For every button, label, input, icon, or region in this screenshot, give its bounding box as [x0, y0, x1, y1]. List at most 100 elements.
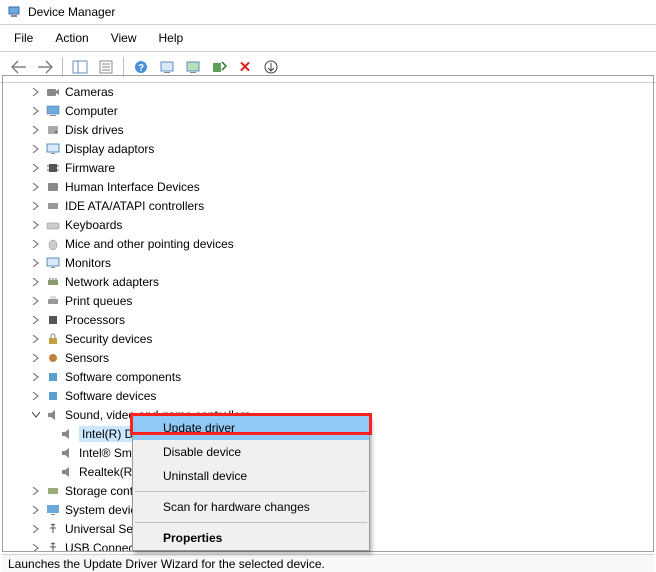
- sensor-icon: [45, 350, 61, 366]
- usb-icon: [45, 540, 61, 553]
- network-icon: [45, 274, 61, 290]
- chevron-right-icon[interactable]: [29, 332, 43, 346]
- tree-item-security[interactable]: Security devices: [7, 329, 649, 348]
- chevron-right-icon[interactable]: [29, 294, 43, 308]
- tree-item-mice[interactable]: Mice and other pointing devices: [7, 234, 649, 253]
- chevron-right-icon[interactable]: [29, 218, 43, 232]
- chevron-down-icon[interactable]: [29, 408, 43, 422]
- display-icon: [45, 141, 61, 157]
- speaker-icon: [59, 426, 75, 442]
- menu-view[interactable]: View: [101, 27, 147, 49]
- chevron-right-icon[interactable]: [29, 370, 43, 384]
- tree-item-disk-drives[interactable]: Disk drives: [7, 120, 649, 139]
- tree-label: Storage contr: [65, 484, 137, 498]
- tree-item-cameras[interactable]: Cameras: [7, 82, 649, 101]
- tree-item-display-adaptors[interactable]: Display adaptors: [7, 139, 649, 158]
- tree-label: Mice and other pointing devices: [65, 237, 234, 251]
- chevron-right-icon[interactable]: [29, 313, 43, 327]
- tree-item-sensors[interactable]: Sensors: [7, 348, 649, 367]
- tree-item-sw-devices[interactable]: Software devices: [7, 386, 649, 405]
- tree-label: Software devices: [65, 389, 156, 403]
- chevron-right-icon[interactable]: [29, 503, 43, 517]
- chevron-right-icon[interactable]: [29, 389, 43, 403]
- chevron-right-icon[interactable]: [29, 351, 43, 365]
- tree-item-processors[interactable]: Processors: [7, 310, 649, 329]
- menubar: File Action View Help: [0, 25, 656, 52]
- tree-label: Monitors: [65, 256, 111, 270]
- ctx-separator: [135, 522, 367, 523]
- chevron-right-icon[interactable]: [29, 256, 43, 270]
- tree-label: Keyboards: [65, 218, 122, 232]
- device-manager-icon: [6, 4, 22, 20]
- cpu-icon: [45, 312, 61, 328]
- tree-label: Firmware: [65, 161, 115, 175]
- chevron-right-icon[interactable]: [29, 199, 43, 213]
- tree-label: Display adaptors: [65, 142, 154, 156]
- menu-file[interactable]: File: [4, 27, 43, 49]
- ctx-disable-device[interactable]: Disable device: [133, 440, 369, 464]
- ctx-label: Update driver: [163, 421, 235, 435]
- tree-label: Realtek(R): [79, 465, 136, 479]
- menu-action[interactable]: Action: [45, 27, 98, 49]
- tree-label: Intel® Sm: [79, 446, 132, 460]
- chevron-right-icon[interactable]: [29, 275, 43, 289]
- tree-label: IDE ATA/ATAPI controllers: [65, 199, 204, 213]
- speaker-icon: [45, 407, 61, 423]
- toolbar-divider: [62, 57, 63, 77]
- chevron-right-icon[interactable]: [29, 85, 43, 99]
- chip-icon: [45, 160, 61, 176]
- tree-item-firmware[interactable]: Firmware: [7, 158, 649, 177]
- tree-item-print[interactable]: Print queues: [7, 291, 649, 310]
- system-icon: [45, 502, 61, 518]
- ide-icon: [45, 198, 61, 214]
- ctx-label: Disable device: [163, 445, 241, 459]
- ctx-label: Uninstall device: [163, 469, 247, 483]
- chevron-right-icon[interactable]: [29, 142, 43, 156]
- chevron-right-icon[interactable]: [29, 104, 43, 118]
- ctx-update-driver[interactable]: Update driver: [133, 416, 369, 440]
- chevron-right-icon[interactable]: [29, 237, 43, 251]
- chevron-right-icon[interactable]: [29, 123, 43, 137]
- chevron-right-icon[interactable]: [29, 484, 43, 498]
- toolbar-divider: [123, 57, 124, 77]
- camera-icon: [45, 84, 61, 100]
- ctx-properties[interactable]: Properties: [133, 526, 369, 550]
- tree-label: Software components: [65, 370, 181, 384]
- tree-item-computer[interactable]: Computer: [7, 101, 649, 120]
- software-icon: [45, 388, 61, 404]
- usb-icon: [45, 521, 61, 537]
- window-title: Device Manager: [28, 5, 115, 19]
- ctx-label: Scan for hardware changes: [163, 500, 310, 514]
- tree-label: Processors: [65, 313, 125, 327]
- tree-label: Sensors: [65, 351, 109, 365]
- tree-item-network[interactable]: Network adapters: [7, 272, 649, 291]
- monitor-icon: [45, 255, 61, 271]
- chevron-right-icon[interactable]: [29, 522, 43, 536]
- keyboard-icon: [45, 217, 61, 233]
- tree-item-monitors[interactable]: Monitors: [7, 253, 649, 272]
- ctx-scan-hardware[interactable]: Scan for hardware changes: [133, 495, 369, 519]
- storage-icon: [45, 483, 61, 499]
- disk-icon: [45, 122, 61, 138]
- lock-icon: [45, 331, 61, 347]
- ctx-label: Properties: [163, 531, 222, 545]
- tree-item-keyboards[interactable]: Keyboards: [7, 215, 649, 234]
- tree-label: Human Interface Devices: [65, 180, 200, 194]
- tree-item-ide[interactable]: IDE ATA/ATAPI controllers: [7, 196, 649, 215]
- tree-item-hid[interactable]: Human Interface Devices: [7, 177, 649, 196]
- svg-text:?: ?: [138, 63, 144, 74]
- hid-icon: [45, 179, 61, 195]
- status-text: Launches the Update Driver Wizard for th…: [8, 557, 325, 571]
- tree-label: Cameras: [65, 85, 114, 99]
- titlebar: Device Manager: [0, 0, 656, 25]
- speaker-icon: [59, 464, 75, 480]
- tree-item-sw-components[interactable]: Software components: [7, 367, 649, 386]
- speaker-icon: [59, 445, 75, 461]
- chevron-right-icon[interactable]: [29, 180, 43, 194]
- chevron-right-icon[interactable]: [29, 161, 43, 175]
- chevron-right-icon[interactable]: [29, 541, 43, 553]
- menu-help[interactable]: Help: [149, 27, 194, 49]
- ctx-uninstall-device[interactable]: Uninstall device: [133, 464, 369, 488]
- computer-icon: [45, 103, 61, 119]
- delete-icon: ✕: [239, 58, 252, 76]
